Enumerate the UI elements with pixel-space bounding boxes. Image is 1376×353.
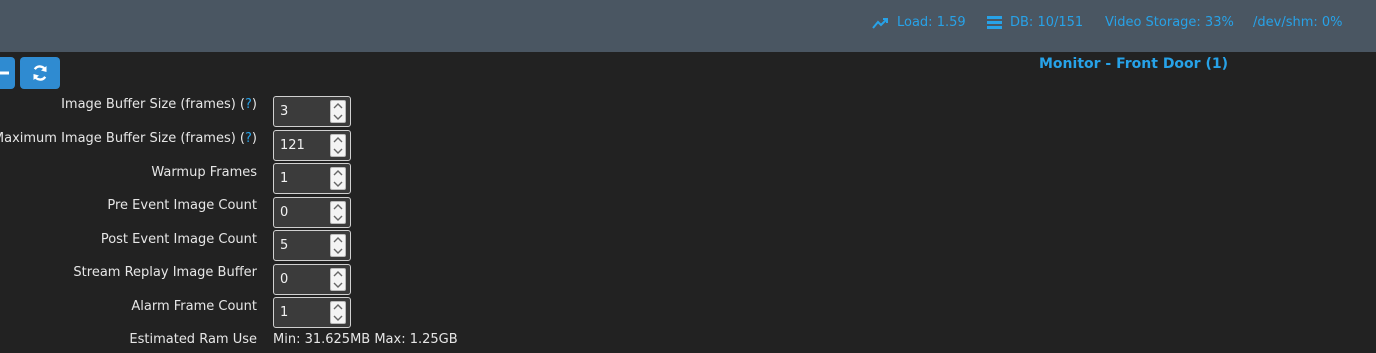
refresh-button[interactable] [20, 57, 60, 89]
back-button[interactable] [0, 57, 15, 89]
chevron-up-icon [333, 137, 343, 143]
spinner[interactable] [330, 167, 346, 190]
chevron-up-icon [333, 103, 343, 109]
spin-up-button[interactable] [331, 135, 345, 145]
help-link[interactable]: ? [245, 97, 252, 112]
image-buffer-size-input[interactable]: 3 [273, 96, 351, 127]
field-label-post-event-image-count: Post Event Image Count [100, 232, 257, 247]
top-navbar: Load: 1.59 DB: 10/151 Video Storage: 33%… [0, 0, 1376, 52]
warmup-frames-input[interactable]: 1 [273, 163, 351, 194]
refresh-icon [33, 65, 47, 81]
alarm-frame-count-input[interactable]: 1 [273, 297, 351, 328]
spin-up-button[interactable] [331, 235, 345, 245]
load-text: Load: 1.59 [897, 15, 966, 30]
chevron-up-icon [333, 237, 343, 243]
chevron-down-icon [333, 215, 343, 221]
db-stat[interactable]: DB: 10/151 [987, 15, 1083, 30]
spin-down-button[interactable] [331, 146, 345, 156]
spin-down-button[interactable] [331, 213, 345, 223]
field-label-text: Maximum Image Buffer Size (frames) ( [0, 131, 246, 146]
field-value: 3 [280, 104, 289, 119]
spinner[interactable] [330, 234, 346, 257]
spinner[interactable] [330, 301, 346, 324]
field-label-text: Image Buffer Size (frames) ( [61, 97, 246, 112]
help-link[interactable]: ? [245, 131, 252, 146]
chevron-up-icon [333, 304, 343, 310]
field-value: 1 [280, 171, 289, 186]
field-label-warmup-frames: Warmup Frames [151, 165, 257, 180]
spin-up-button[interactable] [331, 168, 345, 178]
spin-down-button[interactable] [331, 246, 345, 256]
pre-event-image-count-input[interactable]: 0 [273, 197, 351, 228]
spinner[interactable] [330, 100, 346, 123]
chevron-down-icon [333, 315, 343, 321]
field-value: 5 [280, 238, 289, 253]
chevron-down-icon [333, 248, 343, 254]
field-label-alarm-frame-count: Alarm Frame Count [131, 299, 257, 314]
spin-down-button[interactable] [331, 112, 345, 122]
spinner[interactable] [330, 268, 346, 291]
load-stat[interactable]: Load: 1.59 [872, 15, 966, 30]
spin-up-button[interactable] [331, 269, 345, 279]
video-storage-text: Video Storage: 33% [1105, 15, 1234, 30]
chevron-down-icon [333, 282, 343, 288]
spin-down-button[interactable] [331, 179, 345, 189]
stream-replay-image-buffer-input[interactable]: 0 [273, 264, 351, 295]
field-label-max-image-buffer-size: Maximum Image Buffer Size (frames) (?) [0, 131, 257, 146]
chevron-up-icon [333, 204, 343, 210]
field-value: 0 [280, 205, 289, 220]
estimated-ram-value: Min: 31.625MB Max: 1.25GB [273, 332, 458, 347]
arrow-left-icon [0, 71, 9, 75]
post-event-image-count-input[interactable]: 5 [273, 230, 351, 261]
video-storage-stat[interactable]: Video Storage: 33% [1105, 15, 1234, 30]
spin-down-button[interactable] [331, 313, 345, 323]
database-icon [987, 16, 1002, 29]
chevron-up-icon [333, 271, 343, 277]
spin-up-button[interactable] [331, 202, 345, 212]
field-value: 0 [280, 272, 289, 287]
chevron-up-icon [333, 170, 343, 176]
field-value: 121 [280, 138, 305, 153]
field-label-pre-event-image-count: Pre Event Image Count [107, 198, 257, 213]
field-value: 1 [280, 305, 289, 320]
chevron-down-icon [333, 148, 343, 154]
spin-down-button[interactable] [331, 280, 345, 290]
max-image-buffer-size-input[interactable]: 121 [273, 130, 351, 161]
spinner[interactable] [330, 134, 346, 157]
db-text: DB: 10/151 [1010, 15, 1084, 30]
field-label-image-buffer-size: Image Buffer Size (frames) (?) [61, 97, 257, 112]
chevron-down-icon [333, 181, 343, 187]
shm-stat[interactable]: /dev/shm: 0% [1253, 15, 1343, 30]
spin-up-button[interactable] [331, 101, 345, 111]
spinner[interactable] [330, 201, 346, 224]
field-label-stream-replay-image-buffer: Stream Replay Image Buffer [73, 265, 257, 280]
trending-up-icon [872, 17, 888, 29]
estimated-ram-label: Estimated Ram Use [129, 332, 257, 347]
monitor-title: Monitor - Front Door (1) [1039, 56, 1228, 72]
spin-up-button[interactable] [331, 302, 345, 312]
shm-text: /dev/shm: 0% [1253, 15, 1343, 30]
chevron-down-icon [333, 114, 343, 120]
